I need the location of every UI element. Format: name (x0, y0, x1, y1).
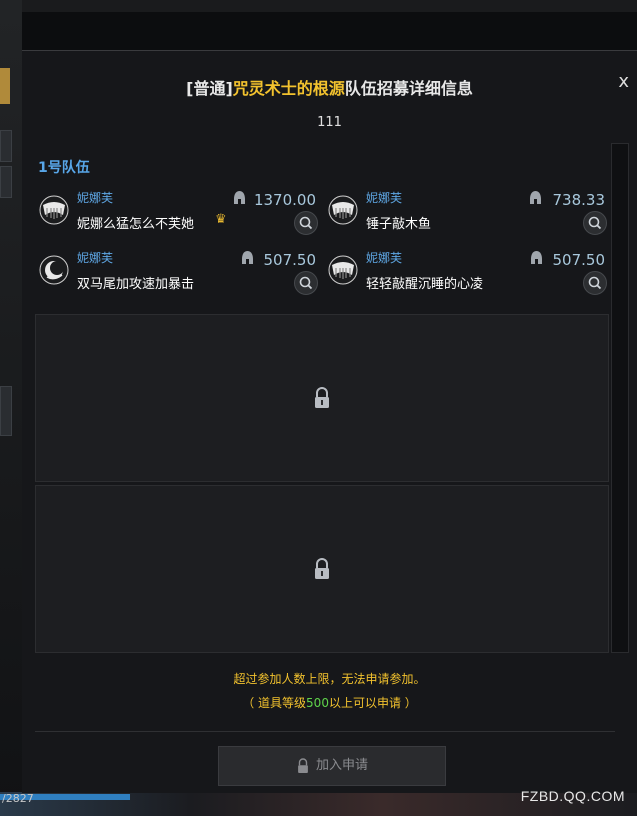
item-level: 507.50 (263, 251, 317, 269)
lock-icon (315, 387, 329, 408)
sidebar-box[interactable] (0, 130, 12, 162)
join-button-label: 加入申请 (315, 758, 368, 773)
member-card: 妮娜芙 双马尾加攻速加暴击 507.50 (35, 245, 320, 299)
requirement-notice: （ 道具等级500以上可以申请 ） (22, 694, 637, 711)
sidebar-box[interactable] (0, 166, 12, 198)
title-highlight: 咒灵术士的根源 (232, 79, 345, 98)
requirement-level: 500 (306, 696, 329, 710)
locked-party-slot (35, 485, 609, 653)
capacity-notice: 超过参加人数上限，无法申请参加。 (233, 672, 426, 686)
title-suffix: 队伍招募详细信息 (344, 79, 473, 98)
member-card: 妮娜芙 妮娜么猛怎么不芙她 ♛ 1370.00 (35, 185, 320, 239)
member-name: 锤子敲木鱼 (366, 217, 432, 232)
member-name: 双马尾加攻速加暴击 (77, 277, 195, 292)
moon-class-icon (39, 255, 69, 285)
hud-counter: /2827 (2, 792, 34, 805)
sidebar-gold-tab[interactable] (0, 68, 10, 104)
helmet-icon (531, 251, 542, 264)
item-level: 738.33 (552, 191, 606, 209)
member-card: 妮娜芙 轻轻敲醒沉睡的心凌 507.50 (324, 245, 609, 299)
lock-icon (298, 757, 308, 773)
member-class: 妮娜芙 (77, 251, 114, 265)
scrollbar[interactable] (611, 143, 629, 653)
member-card: 妮娜芙 锤子敲木鱼 738.33 (324, 185, 609, 239)
join-request-button[interactable]: 加入申请 (218, 746, 446, 786)
background-left-sidebar (0, 0, 22, 816)
helmet-icon (234, 191, 245, 204)
wings-class-icon (328, 195, 358, 225)
party-recruit-dialog: x [普通]咒灵术士的根源队伍招募详细信息 111 1号队伍 妮娜芙 妮娜么猛怎… (22, 50, 637, 793)
helmet-icon (242, 251, 253, 264)
divider (35, 731, 615, 732)
dialog-title: [普通]咒灵术士的根源队伍招募详细信息 (22, 75, 637, 99)
background-top-bar (0, 0, 637, 12)
party-description: 111 (317, 115, 342, 130)
requirement-prefix: （ 道具等级 (242, 696, 307, 710)
sidebar-box[interactable] (0, 386, 12, 436)
wings-class-icon (328, 255, 358, 285)
title-prefix: [普通] (186, 79, 233, 98)
locked-party-slot (35, 314, 609, 482)
search-icon[interactable] (294, 271, 318, 295)
wings-class-icon (39, 195, 69, 225)
crown-icon: ♛ (215, 212, 227, 227)
search-icon[interactable] (583, 211, 607, 235)
search-icon[interactable] (583, 271, 607, 295)
member-class: 妮娜芙 (366, 251, 403, 265)
member-name: 轻轻敲醒沉睡的心凌 (366, 277, 484, 292)
member-class: 妮娜芙 (366, 191, 403, 205)
search-icon[interactable] (294, 211, 318, 235)
item-level: 507.50 (552, 251, 606, 269)
item-level: 1370.00 (253, 191, 316, 209)
helmet-icon (530, 191, 541, 204)
watermark: FZBD.QQ.COM (520, 788, 625, 804)
lock-icon (315, 558, 329, 579)
member-class: 妮娜芙 (77, 191, 114, 205)
requirement-suffix: 以上可以申请 ） (328, 696, 417, 710)
member-name: 妮娜么猛怎么不芙她 (77, 217, 195, 232)
party-label: 1号队伍 (38, 160, 90, 176)
